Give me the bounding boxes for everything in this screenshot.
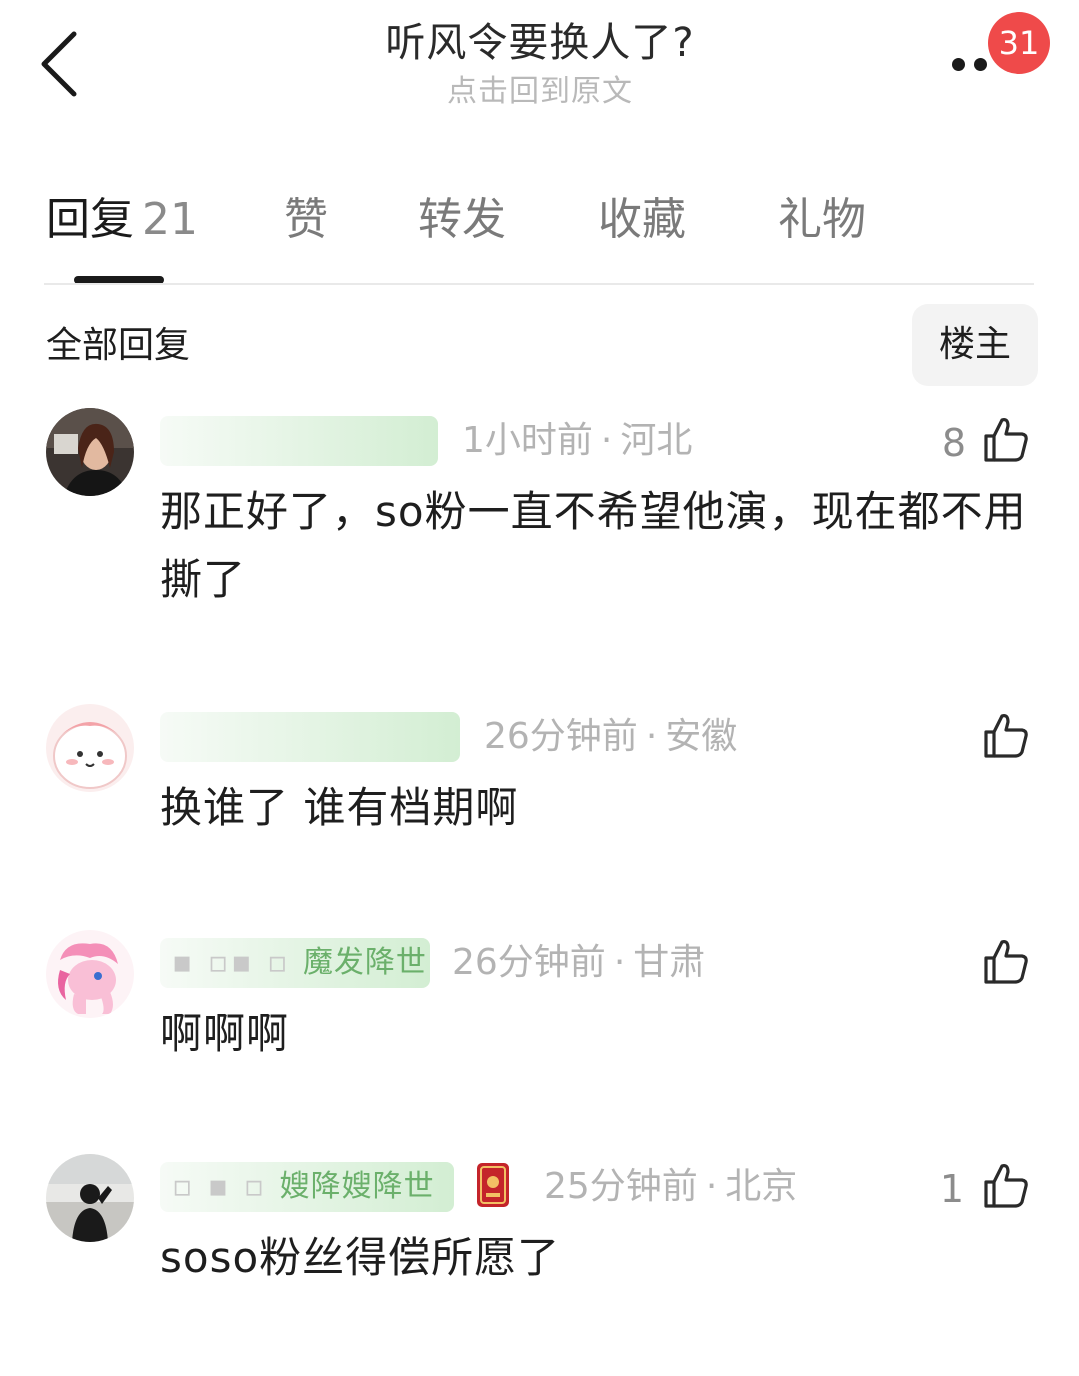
thumbs-up-icon <box>984 940 1028 984</box>
top-bar: 听风令要换人了? 点击回到原文 31 <box>0 0 1079 140</box>
comment-item: ▪ ▫▪ ▫ 魔发降世 26分钟前 · 甘肃 啊啊啊 <box>0 930 1079 1080</box>
tab-reposts[interactable]: 转发 <box>418 190 506 250</box>
comment-time: 25分钟前 <box>544 1166 698 1207</box>
comment-meta: 26分钟前 · 甘肃 <box>452 942 706 983</box>
comment-location: 河北 <box>620 420 693 461</box>
comment-location: 安徽 <box>665 716 738 757</box>
user-name-blurred-prefix: ▪ ▫▪ ▫ <box>172 945 303 980</box>
user-name[interactable] <box>160 416 438 466</box>
tab-replies-count: 21 <box>142 194 198 245</box>
title-block: 听风令要换人了? 点击回到原文 <box>240 16 840 114</box>
more-options-button[interactable] <box>944 44 994 84</box>
like-count: 1 <box>939 1167 964 1211</box>
user-name[interactable]: ▫ ▪ ▫ 嫂降嫂降世 <box>160 1162 454 1212</box>
user-name-visible: 嫂降嫂降世 <box>279 1169 435 1204</box>
comment-meta: 26分钟前 · 安徽 <box>484 716 738 757</box>
user-name[interactable] <box>160 712 460 762</box>
comment-meta: 25分钟前 · 北京 <box>544 1166 798 1207</box>
like-button[interactable] <box>980 936 1030 986</box>
comment-time: 26分钟前 <box>484 716 638 757</box>
avatar[interactable] <box>46 704 134 792</box>
tab-gifts[interactable]: 礼物 <box>778 190 866 250</box>
comment-item: 1小时前 · 河北 8 那正好了，so粉一直不希望他演，现在都不用撕了 <box>0 408 1079 628</box>
tab-favorites[interactable]: 收藏 <box>598 190 686 250</box>
tab-bar: 回复 21 赞 转发 收藏 礼物 <box>0 180 1079 284</box>
thumbs-up-icon <box>984 1164 1028 1208</box>
comment-text: soso粉丝得偿所愿了 <box>160 1233 561 1282</box>
comment-meta: 1小时前 · 河北 <box>462 420 693 461</box>
comment-item: 26分钟前 · 安徽 换谁了 谁有档期啊 <box>0 704 1079 854</box>
like-button[interactable] <box>980 710 1030 760</box>
all-replies-label: 全部回复 <box>46 325 191 366</box>
user-name-blurred-prefix: ▫ ▪ ▫ <box>172 1169 280 1204</box>
comment-time: 26分钟前 <box>452 942 606 983</box>
avatar[interactable] <box>46 408 134 496</box>
comment-item: ▫ ▪ ▫ 嫂降嫂降世 25分钟前 · 北京 1 soso粉丝得偿所愿了 <box>0 1154 1079 1304</box>
tab-divider <box>44 283 1034 285</box>
comment-location: 北京 <box>725 1166 798 1207</box>
thumbs-up-icon <box>984 418 1028 462</box>
more-dots-icon <box>952 58 965 71</box>
avatar[interactable] <box>46 1154 134 1242</box>
tab-likes[interactable]: 赞 <box>284 190 328 250</box>
notification-badge: 31 <box>988 12 1050 74</box>
back-button[interactable] <box>30 26 100 102</box>
avatar[interactable] <box>46 930 134 1018</box>
op-only-filter-button[interactable]: 楼主 <box>912 304 1038 386</box>
red-medal-badge-icon[interactable] <box>476 1162 510 1208</box>
user-name[interactable]: ▪ ▫▪ ▫ 魔发降世 <box>160 938 430 988</box>
like-button[interactable] <box>980 414 1030 464</box>
comment-text: 那正好了，so粉一直不希望他演，现在都不用撕了 <box>160 487 1027 604</box>
thumbs-up-icon <box>984 714 1028 758</box>
user-name-visible: 魔发降世 <box>302 945 427 980</box>
like-button[interactable] <box>980 1160 1030 1210</box>
comment-time: 1小时前 <box>462 420 593 461</box>
comment-text: 换谁了 谁有档期啊 <box>160 783 519 832</box>
back-to-original-link[interactable]: 点击回到原文 <box>240 70 840 114</box>
more-dots-icon <box>974 58 987 71</box>
tab-replies-label: 回复 <box>46 194 134 245</box>
chevron-left-icon <box>41 31 77 97</box>
like-count: 8 <box>941 421 966 465</box>
page-title: 听风令要换人了? <box>385 20 695 66</box>
comment-location: 甘肃 <box>633 942 706 983</box>
tab-replies[interactable]: 回复 21 <box>46 190 198 250</box>
comment-text: 啊啊啊 <box>160 1009 290 1058</box>
